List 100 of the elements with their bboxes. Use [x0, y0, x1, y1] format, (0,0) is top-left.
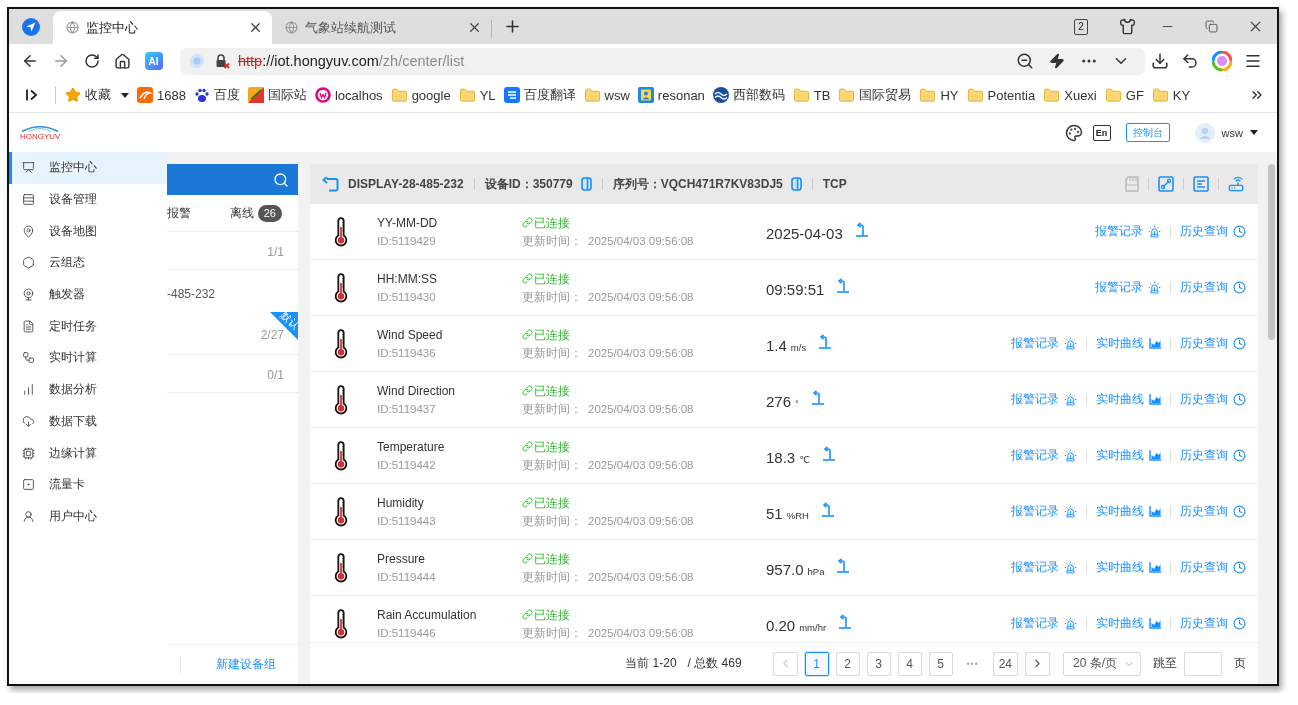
bookmark[interactable]: 1688 — [137, 87, 186, 103]
bookmark[interactable]: Potentia — [966, 86, 1036, 104]
sidebar-toggle-icon[interactable] — [25, 88, 39, 102]
filter-tab[interactable]: 报警 — [167, 204, 191, 222]
sidebar-item[interactable]: 设备地图 — [9, 215, 167, 248]
siren-icon — [1148, 225, 1161, 238]
home-icon[interactable] — [114, 52, 131, 70]
bookmark[interactable]: wsw — [583, 86, 630, 104]
bookmark[interactable]: 收藏 — [65, 86, 129, 104]
page-button[interactable]: 3 — [866, 651, 891, 676]
sidebar-item[interactable]: 实时计算 — [9, 342, 167, 374]
bookmark[interactable]: 百度翻译 — [503, 86, 576, 104]
bookmark[interactable]: HY — [919, 86, 959, 104]
sidebar-item[interactable]: 流量卡 — [9, 468, 167, 501]
page-size-select[interactable]: 20 条/页 — [1063, 651, 1141, 676]
page-button[interactable]: 5 — [928, 651, 953, 676]
list-panel-icon[interactable] — [1193, 176, 1209, 192]
hook-arrow-icon[interactable] — [821, 446, 836, 461]
bookmark[interactable]: 国际站 — [247, 86, 307, 104]
page-button[interactable]: 24 — [992, 651, 1018, 676]
next-page-button[interactable] — [1025, 651, 1050, 676]
sensor-value: 51 — [766, 505, 783, 522]
bookmark[interactable]: localhos — [314, 87, 383, 103]
browser-tab[interactable]: 气象站续航测试 — [272, 11, 491, 44]
navigation-logo-icon[interactable] — [22, 17, 40, 36]
user-icon — [22, 509, 35, 523]
hook-arrow-icon[interactable] — [820, 502, 835, 517]
unit-label: ℃ — [799, 452, 810, 465]
bookmark[interactable]: GF — [1104, 86, 1144, 104]
hook-arrow-icon[interactable] — [838, 614, 853, 629]
connection-status: 已连接 — [534, 494, 570, 511]
sidebar-item[interactable]: 定时任务 — [9, 310, 167, 343]
page-jump-input[interactable] — [1184, 651, 1222, 676]
close-icon[interactable] — [467, 20, 482, 35]
lightning-icon[interactable] — [1049, 53, 1065, 69]
clock-icon — [1233, 281, 1246, 294]
shirt-icon[interactable] — [1118, 18, 1136, 35]
profile-tile-icon — [637, 87, 654, 103]
bookmark[interactable]: KY — [1151, 86, 1191, 104]
tab-count-button[interactable]: 2 — [1074, 18, 1088, 35]
caret-down-icon[interactable] — [121, 92, 129, 98]
area-chart-icon — [1149, 394, 1161, 405]
bookmark[interactable]: Xuexi — [1043, 86, 1097, 104]
bookmark[interactable]: 国际贸易 — [838, 86, 912, 104]
copy-icon[interactable] — [580, 177, 592, 191]
sensor-name: Humidity — [377, 494, 425, 511]
area-chart-icon — [1149, 450, 1161, 461]
thermometer-icon — [333, 215, 349, 248]
link-square-icon[interactable] — [1158, 176, 1174, 192]
menu-icon[interactable] — [1244, 52, 1262, 70]
sidebar-item[interactable]: 边缘计算 — [9, 437, 167, 469]
undo-icon[interactable] — [1181, 52, 1199, 70]
bookmark[interactable]: 百度 — [193, 86, 240, 104]
sidebar-item[interactable]: 数据下载 — [9, 405, 167, 438]
page-button[interactable]: 2 — [835, 651, 860, 676]
sidebar-item[interactable]: 触发器 — [9, 278, 167, 311]
hook-arrow-icon[interactable] — [836, 558, 851, 573]
page-button[interactable]: 4 — [897, 651, 922, 676]
link-icon — [522, 273, 533, 284]
copy-icon[interactable] — [790, 177, 802, 191]
bookmark[interactable]: YL — [458, 86, 496, 104]
hook-arrow-icon[interactable] — [836, 278, 851, 293]
update-label: 更新时间： — [522, 233, 582, 249]
sensor-name: Pressure — [377, 550, 427, 567]
jump-label: 跳至 — [1153, 655, 1177, 672]
palette-icon[interactable] — [1064, 123, 1083, 142]
clock-icon — [1233, 225, 1246, 238]
reload-icon[interactable] — [83, 53, 100, 69]
filter-tab[interactable]: 离线 26 — [229, 204, 282, 222]
sensor-name: Temperature — [377, 438, 446, 455]
link-icon — [522, 497, 533, 508]
ring-logo-icon[interactable] — [1212, 51, 1232, 71]
bookmark[interactable]: 西部数码 — [712, 86, 785, 104]
zoom-out-icon[interactable] — [1016, 52, 1034, 70]
hook-arrow-icon[interactable] — [818, 334, 833, 349]
user-name[interactable]: wsw — [1221, 126, 1243, 139]
sidebar-item[interactable]: 数据分析 — [9, 373, 167, 406]
close-icon[interactable] — [248, 20, 263, 35]
router-icon[interactable] — [1228, 176, 1244, 192]
bookmark[interactable]: TB — [792, 86, 831, 104]
document-icon — [22, 319, 35, 333]
device-name-text[interactable]: -485-232 — [167, 286, 284, 303]
sensor-value: 18.3 — [766, 449, 796, 466]
restore-icon[interactable] — [1204, 20, 1218, 33]
download-icon[interactable] — [1151, 52, 1169, 70]
bookmark[interactable]: google — [390, 86, 451, 104]
sidebar-item[interactable]: 用户中心 — [9, 500, 167, 533]
return-arrow-icon[interactable] — [322, 176, 339, 192]
sidebar-item[interactable]: 设备管理 — [9, 183, 167, 216]
sidebar-item[interactable]: 监控中心 — [9, 152, 167, 184]
browser-tab[interactable]: 监控中心 — [53, 11, 272, 44]
hook-arrow-icon[interactable] — [854, 222, 869, 237]
hook-arrow-icon[interactable] — [810, 390, 825, 405]
bookmark[interactable]: resonan — [637, 87, 705, 103]
update-time: 2025/04/03 09:56:08 — [588, 569, 694, 585]
sidebar-item[interactable]: 云组态 — [9, 247, 167, 279]
address-field[interactable]: http://iot.hongyuv.com/zh/center/list — [180, 47, 1145, 75]
caret-down-icon[interactable] — [1250, 130, 1258, 135]
scrollbar[interactable] — [1268, 164, 1275, 340]
language-button[interactable]: En — [1092, 124, 1111, 141]
